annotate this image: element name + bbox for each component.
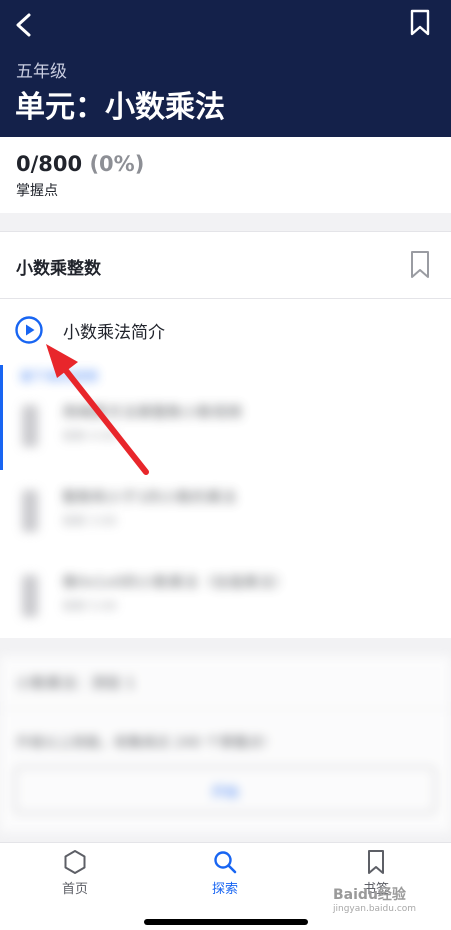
list-item[interactable]: 整数和小于1的小数的乘法 视频 3:00 [0, 482, 451, 542]
lesson-bookmark-icon[interactable] [409, 250, 431, 280]
search-icon [214, 851, 237, 874]
quiz-title: 小数乘法：测验 1 [16, 674, 136, 692]
mastery-label: 掌握点 [16, 183, 58, 199]
video-title: 小数乘法简介 [63, 323, 165, 343]
header-bar: 五年级 单元：小数乘法 [0, 0, 451, 137]
bookmark-icon [368, 850, 384, 874]
list-item[interactable]: 像0x1x0的小数乘法（估值乘法） 视频 5:00 [0, 567, 451, 627]
video-item-intro[interactable]: 小数乘法简介 [0, 299, 451, 363]
video-icon [22, 490, 38, 532]
item-title: 用绳索方法乘整数小数视频 [62, 403, 243, 421]
bookmark-icon[interactable] [409, 9, 431, 37]
next-videos-link[interactable]: 接下来的视频 [20, 366, 98, 385]
play-circle-icon[interactable] [14, 315, 44, 345]
start-quiz-label: 开始 [211, 785, 239, 801]
home-indicator [144, 919, 308, 925]
start-quiz-button[interactable]: 开始 [14, 766, 436, 814]
quiz-description: 升级以上技能，收集高达 240 个掌握点! [16, 735, 268, 751]
mastery-count: 0/800 [16, 152, 83, 176]
list-item[interactable]: 用绳索方法乘整数小数视频 视频 4:00 [0, 397, 451, 457]
mastery-summary: 0/800 (0%) [16, 152, 144, 176]
video-icon [22, 575, 38, 617]
tab-home[interactable]: 首页 [0, 843, 150, 903]
divider [0, 708, 451, 709]
watermark-url: jingyan.baidu.com [333, 904, 417, 914]
mastery-progress-card: 0/800 (0%) 掌握点 [0, 137, 451, 213]
mastery-percent: (0%) [89, 152, 145, 176]
item-subtitle: 视频 5:00 [62, 599, 117, 613]
lesson-title: 小数乘整数 [16, 259, 101, 279]
baidu-watermark: Baidu经验 jingyan.baidu.com [333, 884, 433, 918]
quiz-card: 小数乘法：测验 1 升级以上技能，收集高达 240 个掌握点! 开始 [0, 656, 451, 832]
video-icon [22, 405, 38, 447]
grade-label: 五年级 [16, 62, 67, 82]
watermark-text: Baidu经验 [333, 887, 406, 903]
item-subtitle: 视频 3:00 [62, 514, 117, 528]
item-title: 像0x1x0的小数乘法（估值乘法） [62, 573, 289, 591]
lesson-card: 小数乘整数 小数乘法简介 接下来的视频 用绳索方法乘整数小数视频 视频 4:00… [0, 231, 451, 638]
item-subtitle: 视频 4:00 [62, 429, 117, 443]
item-title: 整数和小于1的小数的乘法 [62, 488, 237, 506]
page-title: 单元：小数乘法 [15, 90, 225, 125]
back-arrow-icon[interactable] [12, 10, 38, 40]
tab-explore-label: 探索 [211, 882, 238, 897]
tab-explore[interactable]: 探索 [150, 843, 300, 903]
home-hexagon-icon [64, 850, 86, 874]
tab-home-label: 首页 [61, 882, 88, 897]
